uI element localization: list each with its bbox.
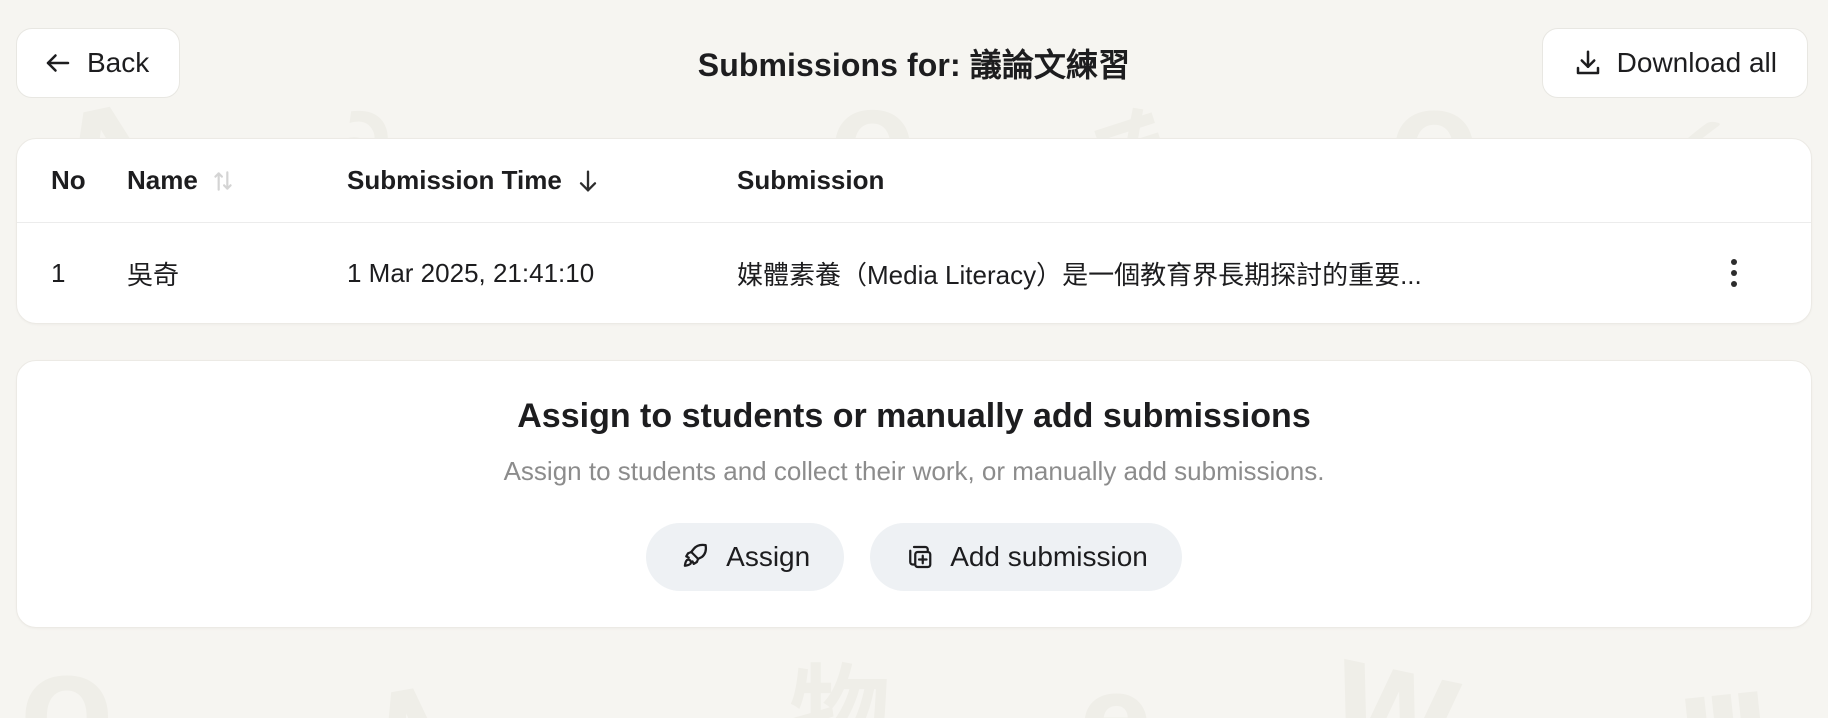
cell-submission[interactable]: 媒體素養（Media Literacy）是一個教育界長期探討的重要... bbox=[737, 223, 1721, 324]
table-head: No Name Submission Time Submission bbox=[17, 139, 1811, 223]
column-header-no: No bbox=[17, 139, 127, 223]
copy-plus-icon bbox=[904, 542, 934, 572]
column-header-name[interactable]: Name bbox=[127, 139, 347, 223]
assign-actions: Assign Add submission bbox=[646, 523, 1182, 591]
arrow-down-icon[interactable] bbox=[574, 167, 602, 195]
assign-title: Assign to students or manually add submi… bbox=[517, 397, 1311, 435]
column-header-submission: Submission bbox=[737, 139, 1721, 223]
sort-updown-icon[interactable] bbox=[210, 168, 236, 194]
kebab-menu-icon[interactable] bbox=[1721, 253, 1747, 293]
assign-button[interactable]: Assign bbox=[646, 523, 845, 591]
column-label-no: No bbox=[51, 165, 86, 195]
rocket-icon bbox=[680, 542, 710, 572]
column-label-submission-time: Submission Time bbox=[347, 165, 562, 195]
download-icon bbox=[1573, 48, 1603, 78]
page-header: Back Submissions for: 議論文練習 Download all bbox=[16, 18, 1812, 108]
column-label-name: Name bbox=[127, 165, 198, 195]
column-label-submission: Submission bbox=[737, 165, 885, 195]
assign-button-label: Assign bbox=[726, 541, 811, 572]
submissions-table-card: No Name Submission Time Submission 1 吳奇 … bbox=[16, 138, 1812, 324]
cell-no: 1 bbox=[51, 257, 66, 288]
cell-name: 吳奇 bbox=[127, 259, 180, 290]
assign-subtitle: Assign to students and collect their wor… bbox=[503, 456, 1325, 486]
add-submission-button[interactable]: Add submission bbox=[870, 523, 1182, 591]
assign-empty-state-card: Assign to students or manually add submi… bbox=[16, 360, 1812, 628]
download-all-label: Download all bbox=[1616, 47, 1777, 78]
add-submission-button-label: Add submission bbox=[950, 541, 1148, 572]
back-label: Back bbox=[87, 47, 150, 78]
column-header-actions bbox=[1721, 139, 1811, 223]
column-header-submission-time[interactable]: Submission Time bbox=[347, 139, 737, 223]
submissions-table: No Name Submission Time Submission 1 吳奇 … bbox=[17, 139, 1811, 323]
cell-time: 1 Mar 2025, 21:41:10 bbox=[347, 257, 595, 288]
back-button[interactable]: Back bbox=[16, 28, 181, 98]
arrow-left-icon bbox=[43, 48, 73, 78]
table-row[interactable]: 1 吳奇 1 Mar 2025, 21:41:10 媒體素養（Media Lit… bbox=[17, 223, 1811, 324]
download-all-button[interactable]: Download all bbox=[1541, 28, 1808, 98]
table-body: 1 吳奇 1 Mar 2025, 21:41:10 媒體素養（Media Lit… bbox=[17, 223, 1811, 324]
submissions-page: Back Submissions for: 議論文練習 Download all bbox=[0, 0, 1828, 718]
cell-actions bbox=[1721, 223, 1811, 324]
table-header-row: No Name Submission Time Submission bbox=[17, 139, 1811, 223]
